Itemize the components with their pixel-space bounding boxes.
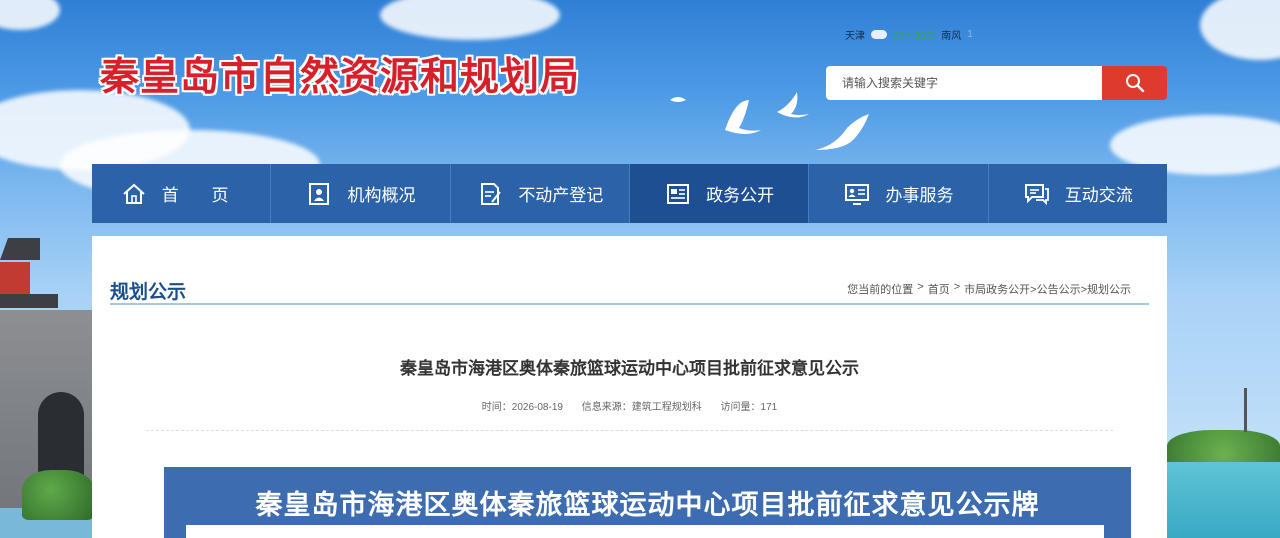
nav-label: 办事服务 [885, 186, 954, 205]
article-meta: 时间：2026-08-19 信息来源：建筑工程规划科 访问量：171 [92, 398, 1167, 413]
nav-item-interaction[interactable]: 互动交流 [989, 164, 1167, 223]
search-button[interactable] [1102, 66, 1167, 100]
breadcrumb: 您当前的位置 > 首页 > 市局政务公开>公告公示>规划公示 [847, 281, 1131, 297]
nav-item-services[interactable]: 办事服务 [809, 164, 989, 223]
tower-eave [0, 294, 58, 308]
nav-label: 互动交流 [1064, 186, 1133, 205]
nav-label: 首 页 [161, 186, 243, 205]
nav-item-government-affairs[interactable]: 政务公开 [629, 164, 810, 223]
cloud-decoration [1200, 0, 1280, 60]
nav-item-home[interactable]: 首 页 [92, 164, 272, 223]
weather-temperature: 25～33℃ [893, 31, 936, 42]
tower-roof [0, 238, 40, 260]
nav-label: 机构概况 [347, 186, 416, 205]
weather-city: 天津 [845, 31, 865, 42]
ship-mast [1244, 388, 1270, 432]
site-title[interactable]: 秦皇岛市自然资源和规划局 [100, 46, 580, 102]
doves-decoration [670, 92, 869, 150]
cloud-decoration [380, 0, 560, 40]
notice-board-title: 秦皇岛市海港区奥体秦旅篮球运动中心项目批前征求意见公示牌 [255, 490, 1040, 520]
chat-icon [1024, 183, 1049, 205]
notice-board-content [186, 525, 1104, 538]
gov-info-icon [667, 183, 690, 204]
article-title: 秦皇岛市海港区奥体秦旅篮球运动中心项目批前征求意见公示 [400, 359, 859, 378]
article-views: 访问量：171 [720, 402, 778, 413]
nav-label: 不动产登记 [518, 186, 604, 205]
home-icon [123, 183, 145, 204]
section-title: 规划公示 [110, 282, 187, 303]
breadcrumb-home-link[interactable]: 首页 [928, 281, 950, 297]
nav-item-organization[interactable]: 机构概况 [271, 164, 451, 223]
cloudy-icon [871, 30, 887, 39]
service-icon [845, 183, 870, 205]
water-right [1167, 462, 1280, 538]
weather-wind: 南风 [941, 31, 962, 42]
divider [146, 430, 1113, 431]
org-icon [309, 182, 330, 205]
bush-left [22, 470, 94, 520]
tower-body [0, 262, 30, 296]
search-icon [1125, 74, 1144, 93]
weather-widget: 天津 25～33℃ 南风 1 [845, 27, 973, 42]
breadcrumb-separator: > [917, 281, 924, 293]
register-icon [481, 182, 502, 205]
breadcrumb-separator: > [953, 281, 961, 293]
content-panel: 规划公示 您当前的位置 > 首页 > 市局政务公开>公告公示>规划公示 秦皇岛市… [92, 236, 1167, 538]
main-nav: 首 页 机构概况 不动产登记 政务公开 办事服务 互动交流 [92, 164, 1167, 223]
nav-label: 政务公开 [706, 186, 775, 205]
weather-wind-strength: 1 [967, 29, 973, 40]
breadcrumb-prefix: 您当前的位置 [847, 284, 914, 296]
article-source: 信息来源：建筑工程规划科 [581, 402, 702, 413]
breadcrumb-trail-link[interactable]: 市局政务公开>公告公示>规划公示 [964, 281, 1131, 297]
section-header: 规划公示 您当前的位置 > 首页 > 市局政务公开>公告公示>规划公示 [110, 250, 1149, 305]
notice-board-image: 秦皇岛市海港区奥体秦旅篮球运动中心项目批前征求意见公示牌 [164, 467, 1131, 538]
nav-item-property-registration[interactable]: 不动产登记 [451, 164, 630, 223]
cloud-decoration [0, 0, 60, 30]
article-time: 时间：2026-08-19 [481, 402, 563, 413]
